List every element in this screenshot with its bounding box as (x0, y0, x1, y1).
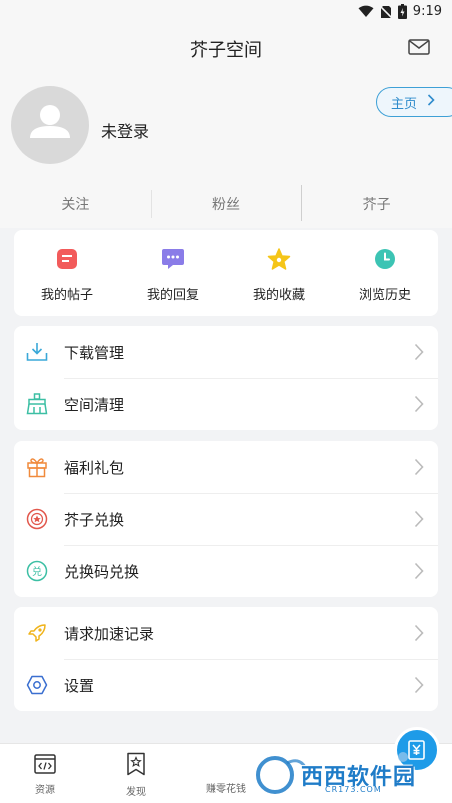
no-sim-icon (379, 4, 392, 19)
menu-item-label: 请求加速记录 (64, 624, 155, 643)
rocket-icon (26, 622, 48, 644)
status-icons: 9:19 (358, 4, 442, 19)
chevron-right-icon (427, 94, 435, 110)
avatar[interactable] (11, 86, 89, 164)
status-bar: 9:19 (0, 0, 452, 24)
menu-item-code-exchange[interactable]: 兑 兑换码兑换 (14, 545, 438, 597)
menu-item-label: 设置 (64, 676, 95, 695)
menu-item-label: 兑换码兑换 (64, 562, 140, 581)
home-button-label: 主页 (391, 96, 418, 112)
download-icon (26, 341, 48, 363)
tab-label: 赚零花钱 (206, 784, 246, 795)
stat-fans[interactable]: 粉丝 (150, 182, 302, 228)
tab-label: 资源 (35, 785, 55, 796)
clock-icon (374, 248, 396, 274)
badge-icon (26, 508, 48, 530)
reply-icon (161, 248, 185, 274)
battery-charging-icon (397, 4, 407, 19)
home-button[interactable]: 主页 (376, 87, 452, 117)
stats-bar: 关注 粉丝 芥子 (0, 182, 452, 228)
stat-following[interactable]: 关注 (0, 182, 151, 228)
menu-item-acceleration-records[interactable]: 请求加速记录 (14, 607, 438, 659)
quick-link-posts[interactable]: 我的帖子 (14, 230, 120, 316)
code-icon (34, 754, 56, 778)
clock-time: 9:19 (412, 4, 442, 19)
quick-links-card: 我的帖子 我的回复 我的收藏 浏览历史 (14, 230, 438, 316)
mail-icon[interactable] (408, 39, 430, 59)
menu-item-label: 芥子兑换 (64, 510, 125, 529)
gift-icon (26, 456, 48, 478)
star-icon (267, 248, 291, 274)
quick-link-favorites[interactable]: 我的收藏 (226, 230, 332, 316)
chevron-right-icon (414, 510, 424, 532)
bookmark-star-icon (126, 752, 146, 780)
menu-item-download-manager[interactable]: 下载管理 (14, 326, 438, 378)
svg-text:兑: 兑 (32, 565, 42, 578)
watermark-logo: 西西软件园 CR173.COM (253, 749, 443, 799)
chevron-right-icon (414, 343, 424, 365)
menu-item-settings[interactable]: 设置 (14, 659, 438, 711)
chevron-right-icon (414, 562, 424, 584)
post-icon (56, 248, 78, 274)
menu-group-misc: 请求加速记录 设置 (14, 607, 438, 711)
menu-item-space-cleanup[interactable]: 空间清理 (14, 378, 438, 430)
menu-group-rewards: 福利礼包 芥子兑换 兑 兑换码兑换 (14, 441, 438, 597)
menu-item-label: 空间清理 (64, 395, 125, 414)
exchange-icon: 兑 (26, 560, 48, 582)
quick-link-label: 我的收藏 (252, 288, 305, 303)
profile-section: 未登录 主页 (0, 72, 452, 182)
tab-discover[interactable]: 发现 (101, 752, 171, 798)
tab-resources[interactable]: 资源 (10, 754, 80, 796)
menu-group-storage: 下载管理 空间清理 (14, 326, 438, 430)
chevron-right-icon (414, 458, 424, 480)
menu-item-label: 下载管理 (64, 343, 125, 362)
quick-link-history[interactable]: 浏览历史 (332, 230, 438, 316)
chevron-right-icon (414, 395, 424, 417)
tab-label: 发现 (126, 787, 146, 798)
menu-item-gift-pack[interactable]: 福利礼包 (14, 441, 438, 493)
chevron-right-icon (414, 676, 424, 698)
watermark-site: CR173.COM (325, 785, 382, 794)
wifi-icon (358, 5, 374, 18)
menu-item-label: 福利礼包 (64, 458, 125, 477)
login-status[interactable]: 未登录 (101, 118, 149, 142)
quick-link-label: 我的帖子 (40, 288, 93, 303)
page-title: 芥子空间 (190, 40, 262, 61)
quick-link-label: 浏览历史 (358, 288, 411, 303)
title-bar: 芥子空间 (0, 24, 452, 72)
hexagon-settings-icon (26, 674, 48, 696)
chevron-right-icon (414, 624, 424, 646)
broom-icon (26, 393, 48, 415)
menu-item-jiezi-exchange[interactable]: 芥子兑换 (14, 493, 438, 545)
quick-link-replies[interactable]: 我的回复 (120, 230, 226, 316)
tab-earn-money[interactable]: 赚零花钱 (191, 727, 440, 795)
stat-jiezi[interactable]: 芥子 (301, 182, 452, 228)
quick-link-label: 我的回复 (146, 288, 199, 303)
